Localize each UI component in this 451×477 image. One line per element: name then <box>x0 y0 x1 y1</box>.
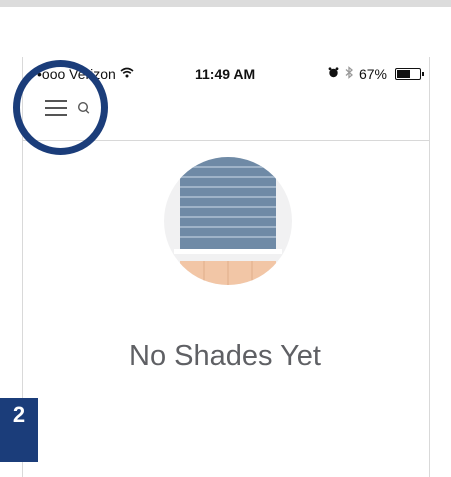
status-right: 67% <box>328 66 424 82</box>
battery-icon <box>395 68 424 80</box>
bluetooth-icon <box>345 66 353 82</box>
alarm-icon <box>328 67 339 81</box>
top-divider-strip <box>0 0 451 7</box>
step-number-badge: 2 <box>0 398 38 462</box>
empty-state-title: No Shades Yet <box>129 340 321 372</box>
menu-highlight-circle <box>13 60 108 155</box>
battery-fill <box>397 70 410 78</box>
wifi-icon <box>120 66 134 81</box>
window-shade-icon <box>164 157 292 285</box>
status-time: 11:49 AM <box>195 66 256 82</box>
battery-percentage: 67% <box>358 66 387 82</box>
